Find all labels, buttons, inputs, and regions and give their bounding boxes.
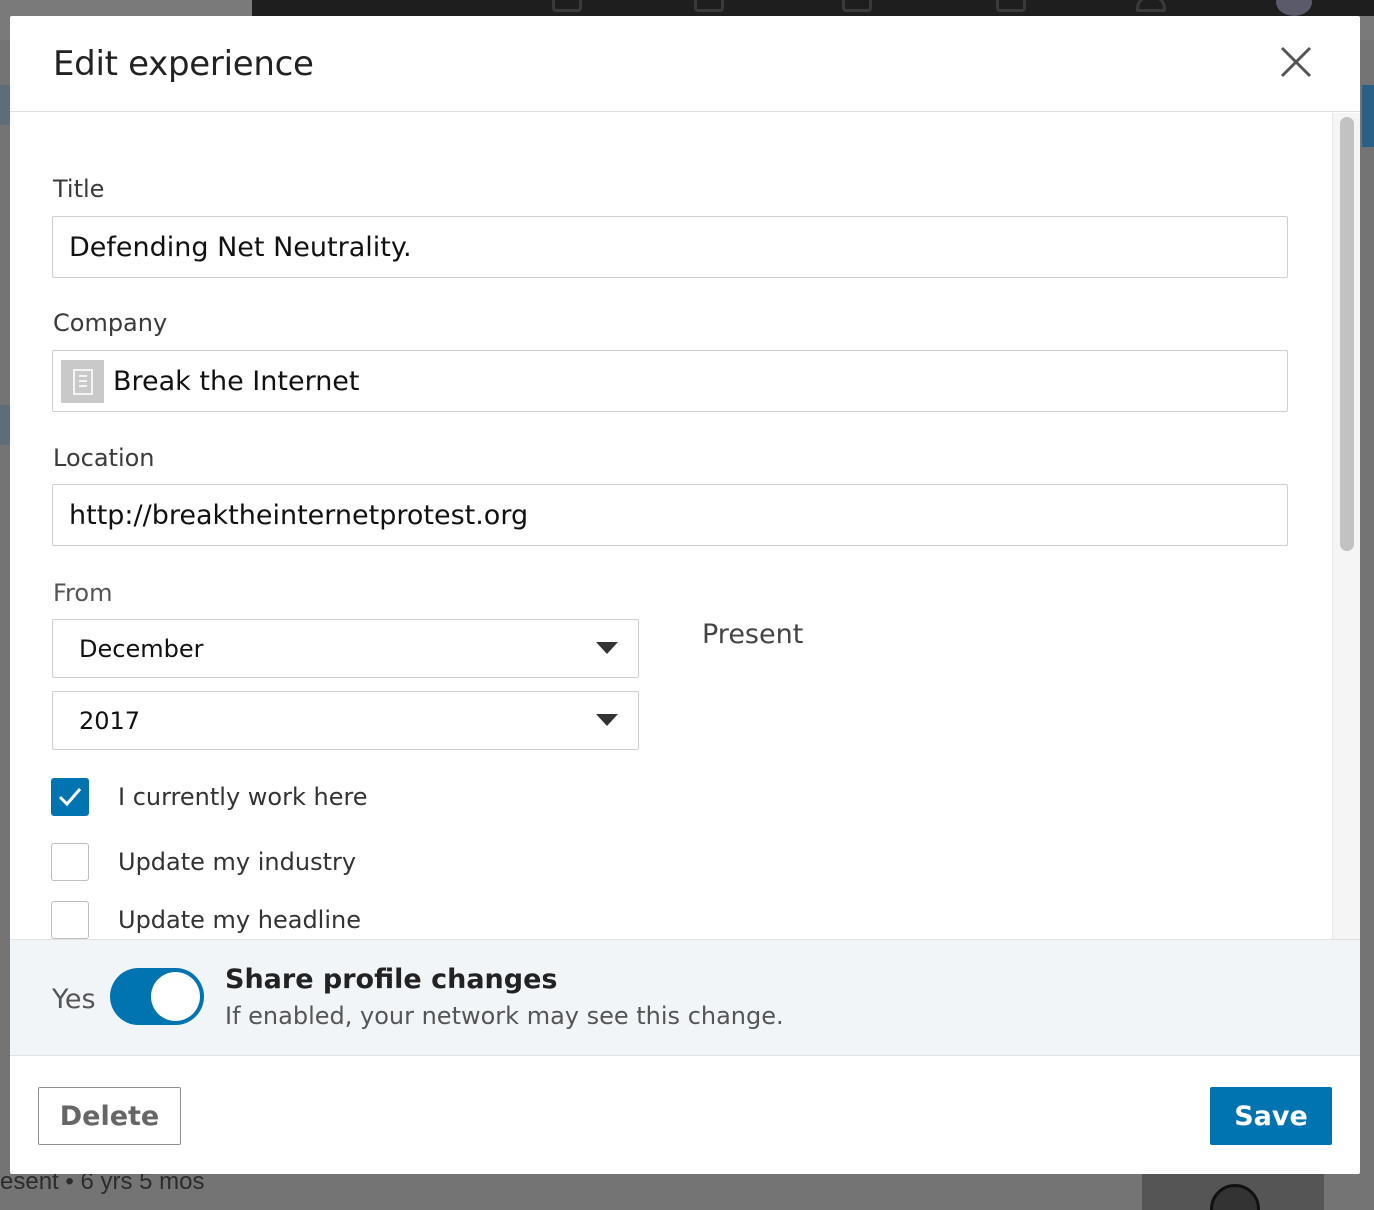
- messaging-nav-icon: [996, 0, 1026, 12]
- toggle-state-label: Yes: [52, 984, 96, 1015]
- to-present-text: Present: [702, 619, 804, 650]
- chevron-down-icon: [596, 714, 618, 726]
- modal-scrollbar[interactable]: [1332, 113, 1360, 939]
- background-profile-button: [1362, 85, 1374, 147]
- modal-title: Edit experience: [53, 44, 314, 84]
- modal-body[interactable]: Title Defending Net Neutrality. Company …: [10, 113, 1332, 939]
- company-label: Company: [53, 309, 168, 337]
- chevron-down-icon: [596, 642, 618, 654]
- from-label: From: [53, 579, 113, 607]
- close-button[interactable]: [1276, 42, 1316, 82]
- background-strip: [0, 85, 10, 125]
- share-toggle[interactable]: [110, 968, 204, 1025]
- toggle-knob: [151, 972, 200, 1021]
- location-input-value: http://breaktheinternetprotest.org: [69, 499, 529, 531]
- share-profile-changes-section: Yes Share profile changes If enabled, yo…: [10, 939, 1360, 1056]
- from-year-select[interactable]: 2017: [52, 691, 639, 750]
- update-headline-label: Update my headline: [118, 906, 361, 934]
- current-work-checkbox-row[interactable]: I currently work here: [51, 777, 368, 817]
- share-subtitle: If enabled, your network may see this ch…: [225, 1002, 784, 1030]
- modal-footer: Delete Save: [10, 1056, 1360, 1174]
- background-strip: [0, 405, 10, 445]
- jobs-nav-icon: [842, 0, 872, 12]
- update-industry-checkbox-row[interactable]: Update my industry: [51, 842, 356, 882]
- update-headline-checkbox-row[interactable]: Update my headline: [51, 900, 361, 939]
- company-logo: [61, 360, 104, 403]
- update-industry-checkbox[interactable]: [51, 843, 89, 881]
- title-label: Title: [53, 175, 105, 203]
- title-input-value: Defending Net Neutrality.: [69, 231, 412, 263]
- share-title: Share profile changes: [225, 964, 558, 995]
- company-input[interactable]: Break the Internet: [52, 350, 1288, 412]
- save-button[interactable]: Save: [1210, 1087, 1332, 1145]
- title-input[interactable]: Defending Net Neutrality.: [52, 216, 1288, 278]
- location-input[interactable]: http://breaktheinternetprotest.org: [52, 484, 1288, 546]
- update-industry-label: Update my industry: [118, 848, 357, 876]
- company-input-value: Break the Internet: [113, 365, 360, 397]
- current-work-checkbox[interactable]: [51, 778, 89, 816]
- scrollbar-thumb[interactable]: [1340, 117, 1354, 551]
- building-icon: [72, 368, 93, 395]
- location-label: Location: [53, 444, 155, 472]
- current-work-label: I currently work here: [118, 783, 368, 811]
- from-year-value: 2017: [79, 706, 141, 735]
- from-month-select[interactable]: December: [52, 619, 639, 678]
- notifications-nav-icon: [1136, 0, 1166, 12]
- avatar: [1276, 0, 1312, 16]
- close-icon: [1280, 46, 1312, 78]
- delete-button[interactable]: Delete: [38, 1087, 181, 1145]
- network-nav-icon: [694, 0, 724, 12]
- modal-header: Edit experience: [10, 16, 1360, 112]
- home-nav-icon: [552, 0, 582, 12]
- checkmark-icon: [58, 788, 82, 807]
- edit-experience-modal: Edit experience Title Defending Net Neut…: [10, 16, 1360, 1174]
- update-headline-checkbox[interactable]: [51, 901, 89, 939]
- background-nav-bar: [252, 0, 1374, 16]
- from-month-value: December: [79, 634, 204, 663]
